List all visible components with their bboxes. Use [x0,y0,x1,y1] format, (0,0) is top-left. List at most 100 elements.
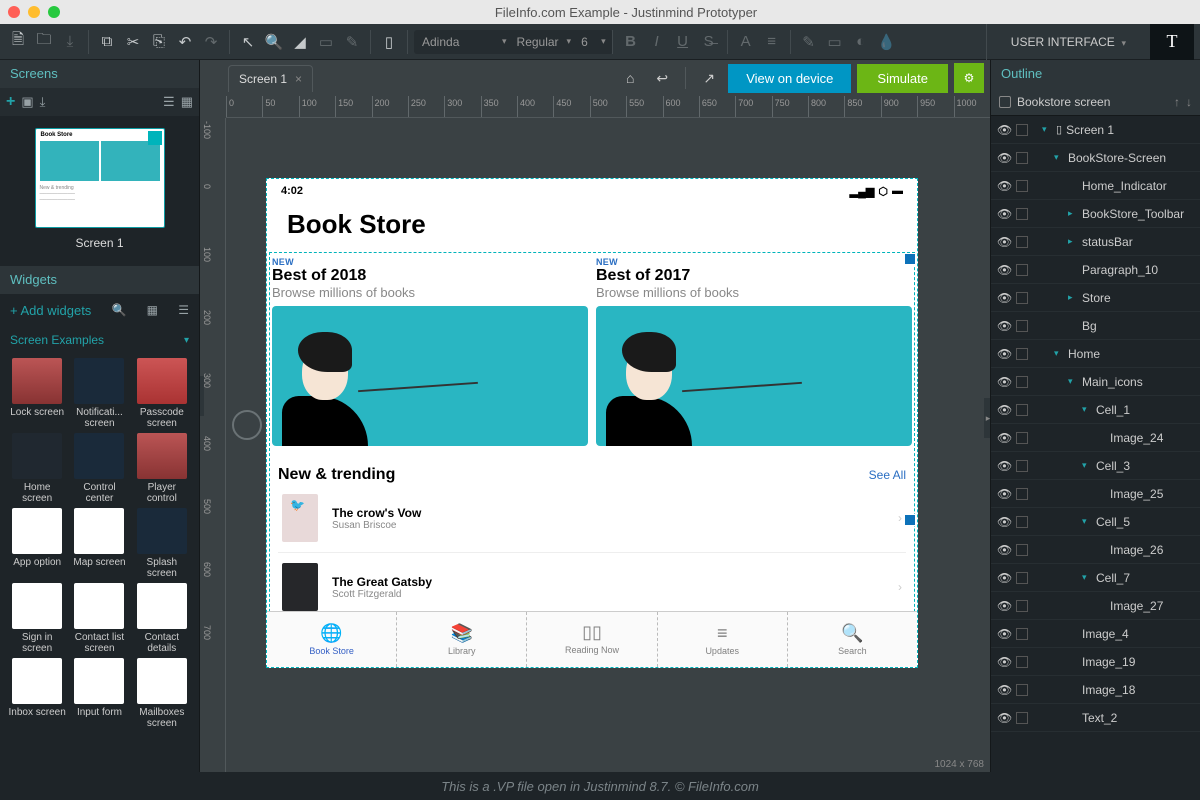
outline-row[interactable]: 👁Image_18 [991,676,1200,704]
visibility-eye-icon[interactable]: 👁 [997,263,1012,277]
widget-item[interactable]: Home screen [8,433,66,504]
widget-item[interactable]: Splash screen [133,508,191,579]
scroll-container[interactable]: NEWBest of 2018Browse millions of booksN… [269,252,915,627]
outline-row[interactable]: 👁Image_4 [991,620,1200,648]
redo-icon[interactable]: ↷ [199,30,223,54]
eraser-icon[interactable]: ◢ [288,30,312,54]
tabbar-item[interactable]: ▯▯Reading Now [527,612,657,667]
visibility-eye-icon[interactable]: 👁 [997,711,1012,725]
italic-icon[interactable]: I [645,30,669,54]
home-icon[interactable]: ⌂ [617,65,643,91]
visibility-eye-icon[interactable]: 👁 [997,543,1012,557]
visibility-eye-icon[interactable]: 👁 [997,515,1012,529]
border-icon[interactable]: ▭ [823,30,847,54]
screen-image-icon[interactable]: ▣ [21,94,33,110]
simulate-settings-button[interactable]: ⚙ [954,63,984,93]
window-close-button[interactable] [8,6,20,18]
widget-item[interactable]: Contact list screen [70,583,128,654]
outline-row[interactable]: 👁Image_25 [991,480,1200,508]
ui-mode-menu[interactable]: USER INTERFACE ▾ [986,24,1150,60]
featured-card[interactable]: NEWBest of 2018Browse millions of books [272,257,588,446]
export-icon[interactable]: ↗ [696,65,722,91]
outline-row[interactable]: 👁▾Cell_7 [991,564,1200,592]
tab-close-icon[interactable]: × [295,72,302,86]
strike-icon[interactable]: S̶ [697,30,721,54]
outline-row[interactable]: 👁▸BookStore_Toolbar [991,200,1200,228]
widget-item[interactable]: Inbox screen [8,658,66,729]
widget-item[interactable]: Player control [133,433,191,504]
widget-item[interactable]: Passcode screen [133,358,191,429]
widget-item[interactable]: Input form [70,658,128,729]
outline-row[interactable]: 👁Bg [991,312,1200,340]
selection-handle-bottom[interactable] [904,514,916,526]
visibility-eye-icon[interactable]: 👁 [997,347,1012,361]
window-zoom-button[interactable] [48,6,60,18]
bold-icon[interactable]: B [619,30,643,54]
outline-row[interactable]: 👁▾Cell_1 [991,396,1200,424]
outline-row[interactable]: 👁▾Main_icons [991,368,1200,396]
font-size-select[interactable]: 6 [573,30,613,54]
visibility-eye-icon[interactable]: 👁 [997,571,1012,585]
outline-row[interactable]: 👁▾▯Screen 1 [991,116,1200,144]
opacity-icon[interactable]: 💧 [875,30,899,54]
font-weight-select[interactable]: Regular [509,30,579,54]
visibility-eye-icon[interactable]: 👁 [997,487,1012,501]
tabbar-item[interactable]: 📚Library [397,612,527,667]
widget-item[interactable]: Contact details [133,583,191,654]
text-color-icon[interactable]: A [734,30,758,54]
outline-down-icon[interactable]: ↓ [1186,95,1192,109]
simulate-button[interactable]: Simulate [857,64,948,93]
outline-row[interactable]: 👁▾Cell_3 [991,452,1200,480]
outline-row[interactable]: 👁Home_Indicator [991,172,1200,200]
new-file-icon[interactable]: 🗎 [6,30,30,54]
copy-icon[interactable]: ⧉ [95,30,119,54]
outline-row[interactable]: 👁Image_24 [991,424,1200,452]
tabbar-item[interactable]: ≡Updates [658,612,788,667]
screen-list-view-icon[interactable]: ☰ [163,94,175,110]
visibility-eye-icon[interactable]: 👁 [997,179,1012,193]
visibility-eye-icon[interactable]: 👁 [997,459,1012,473]
widget-item[interactable]: Notificati... screen [70,358,128,429]
screen-download-icon[interactable]: ⤓ [40,94,46,110]
outline-row[interactable]: 👁▾Home [991,340,1200,368]
outline-row[interactable]: 👁▾BookStore-Screen [991,144,1200,172]
zoom-icon[interactable]: 🔍 [262,30,286,54]
save-icon[interactable]: ⤓ [58,30,82,54]
widget-item[interactable]: Mailboxes screen [133,658,191,729]
pen-tool-icon[interactable]: ✎ [340,30,364,54]
outline-row[interactable]: 👁Image_19 [991,648,1200,676]
outline-root-row[interactable]: Bookstore screen ↑↓ [991,88,1200,116]
add-widgets-button[interactable]: + Add widgets [10,303,91,318]
outline-row[interactable]: 👁▾Cell_5 [991,508,1200,536]
outline-row[interactable]: 👁Image_26 [991,536,1200,564]
visibility-eye-icon[interactable]: 👁 [997,599,1012,613]
outline-row[interactable]: 👁▸Store [991,284,1200,312]
canvas-viewport[interactable]: 4:02 ▂▄▆ ⬡ ▬ Book Store NEWBest of 2018B… [226,118,990,772]
text-tool-button[interactable]: T [1150,24,1194,60]
outline-row[interactable]: 👁Text_2 [991,704,1200,732]
tabbar-item[interactable]: 🔍Search [788,612,917,667]
back-icon[interactable]: ↩ [649,65,675,91]
featured-card[interactable]: NEWBest of 2017Browse millions of books [596,257,912,446]
widgets-grid-icon[interactable]: ▦ [147,303,158,317]
expand-right-handle[interactable]: ▸ [984,398,990,438]
screen-thumbnail[interactable]: Book Store New & trending───────────────… [35,128,165,228]
cut-icon[interactable]: ✂ [121,30,145,54]
font-family-select[interactable]: Adinda [414,30,514,54]
widgets-list-icon[interactable]: ☰ [178,303,189,317]
visibility-eye-icon[interactable]: 👁 [997,683,1012,697]
widgets-search-icon[interactable]: 🔍 [112,303,127,317]
visibility-eye-icon[interactable]: 👁 [997,403,1012,417]
outline-row[interactable]: 👁Paragraph_10 [991,256,1200,284]
pointer-icon[interactable]: ↖ [236,30,260,54]
tabbar-item[interactable]: 🌐Book Store [267,612,397,667]
widget-item[interactable]: Sign in screen [8,583,66,654]
visibility-eye-icon[interactable]: 👁 [997,207,1012,221]
outline-up-icon[interactable]: ↑ [1174,95,1180,109]
widget-item[interactable]: Lock screen [8,358,66,429]
visibility-eye-icon[interactable]: 👁 [997,375,1012,389]
view-on-device-button[interactable]: View on device [728,64,851,93]
widgets-category-toggle[interactable]: Screen Examples▾ [0,326,199,354]
device-preview-icon[interactable]: ▯ [377,30,401,54]
visibility-eye-icon[interactable]: 👁 [997,123,1012,137]
